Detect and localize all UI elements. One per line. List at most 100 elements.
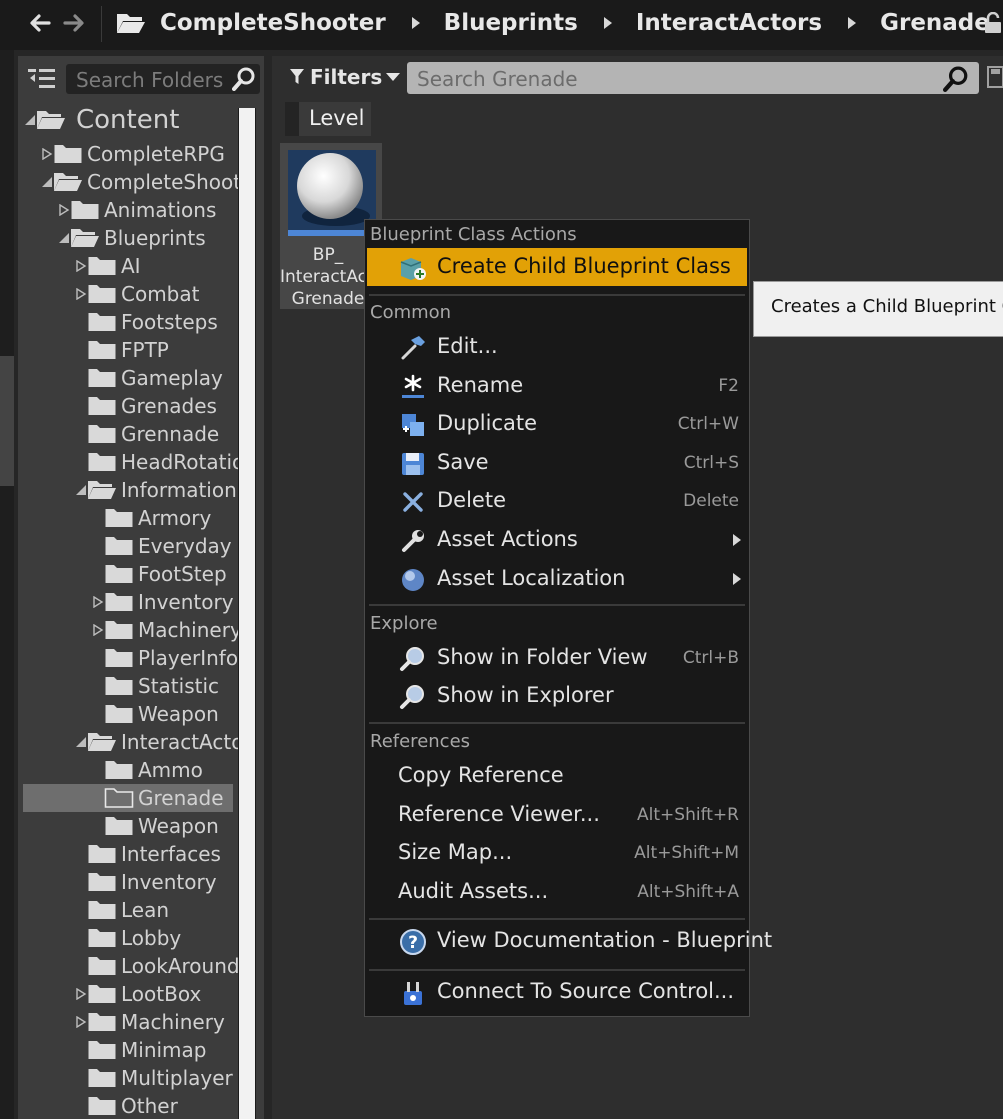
collapsed-arrow-icon[interactable] <box>92 624 104 636</box>
folder-tree-item[interactable]: LootBox <box>18 980 238 1008</box>
collapsed-arrow-icon[interactable] <box>75 988 87 1000</box>
back-button[interactable] <box>26 8 54 38</box>
collapsed-arrow-icon[interactable] <box>58 204 70 216</box>
save-search-icon[interactable] <box>987 66 1003 88</box>
chevron-right-icon[interactable] <box>848 17 857 29</box>
collapsed-arrow-icon[interactable] <box>75 1016 87 1028</box>
folder-icon <box>105 593 133 611</box>
folder-tree-item[interactable]: Combat <box>18 280 238 308</box>
folder-tree-item[interactable]: Weapon <box>18 700 238 728</box>
menu-item-save[interactable]: Save Ctrl+S <box>367 444 747 482</box>
folder-tree-item[interactable]: LookAround <box>18 952 238 980</box>
folder-tree-item[interactable]: Machinery <box>18 616 238 644</box>
folder-icon <box>105 537 133 555</box>
folder-tree-item[interactable]: Information <box>18 476 238 504</box>
folder-tree-item-label: Grenade <box>138 786 224 810</box>
search-folders-input[interactable] <box>74 66 228 94</box>
chevron-right-icon[interactable] <box>603 17 612 29</box>
collapsed-arrow-icon[interactable] <box>41 148 53 160</box>
folder-tree-item[interactable]: Minimap <box>18 1036 238 1064</box>
folder-tree-item[interactable]: Inventory <box>18 868 238 896</box>
folder-tree-item[interactable]: Other <box>18 1092 238 1119</box>
search-icon[interactable] <box>232 67 256 91</box>
level-filter-chip[interactable]: Level <box>285 102 371 136</box>
folder-tree-scrollbar[interactable] <box>238 108 256 1119</box>
folder-tree-item[interactable]: Machinery <box>18 1008 238 1036</box>
breadcrumb-item[interactable]: CompleteShooter <box>160 10 386 36</box>
breadcrumb: CompleteShooter Blueprints InteractActor… <box>116 0 1003 46</box>
forward-button[interactable] <box>60 8 88 38</box>
folder-tree-item[interactable]: FPTP <box>18 336 238 364</box>
menu-item-shortcut: Ctrl+S <box>683 452 739 473</box>
menu-item-show-in-folder-view[interactable]: Show in Folder View Ctrl+B <box>367 639 747 677</box>
folder-tree-item[interactable]: Content <box>18 106 238 135</box>
menu-item-duplicate[interactable]: Duplicate Ctrl+W <box>367 405 747 443</box>
expanded-arrow-icon[interactable] <box>41 176 53 188</box>
menu-item-reference-viewer[interactable]: Reference Viewer... Alt+Shift+R <box>367 796 747 834</box>
folder-tree-item-label: Information <box>121 478 237 502</box>
folder-icon <box>105 509 133 527</box>
folder-tree-item-label: Everyday <box>138 534 232 558</box>
search-folders-field[interactable] <box>66 64 260 94</box>
folder-tree-item[interactable]: Weapon <box>18 812 238 840</box>
folder-tree-item-label: AI <box>121 254 141 278</box>
search-assets-input[interactable] <box>415 65 939 93</box>
folder-tree-item[interactable]: FootStep <box>18 560 238 588</box>
folder-tree-item[interactable]: Statistic <box>18 672 238 700</box>
filters-button[interactable]: Filters <box>290 64 406 90</box>
folder-tree-item[interactable]: CompleteRPG <box>18 140 238 168</box>
collapsed-arrow-icon[interactable] <box>75 288 87 300</box>
search-assets-field[interactable] <box>407 62 979 94</box>
folder-tree-item-label: Armory <box>138 506 212 530</box>
folder-tree-item[interactable]: Grenades <box>18 392 238 420</box>
expanded-arrow-icon[interactable] <box>75 484 87 496</box>
folder-tree-item[interactable]: Armory <box>18 504 238 532</box>
lock-icon[interactable] <box>984 12 1002 34</box>
menu-item-audit-assets[interactable]: Audit Assets... Alt+Shift+A <box>367 873 747 911</box>
menu-item-delete[interactable]: Delete Delete <box>367 482 747 520</box>
chevron-right-icon[interactable] <box>411 17 420 29</box>
breadcrumb-item[interactable]: InteractActors <box>636 10 822 36</box>
folder-tree-item[interactable]: Animations <box>18 196 238 224</box>
connect-source-control-item[interactable]: Connect To Source Control... <box>367 973 747 1011</box>
folder-tree-item[interactable]: Grenade <box>23 784 233 812</box>
folder-tree-item[interactable]: Blueprints <box>18 224 238 252</box>
scrollbar-thumb[interactable] <box>239 108 255 1119</box>
breadcrumb-item[interactable]: Blueprints <box>444 10 578 36</box>
menu-item-size-map[interactable]: Size Map... Alt+Shift+M <box>367 834 747 872</box>
menu-item-rename[interactable]: Rename F2 <box>367 367 747 405</box>
breadcrumb-item[interactable]: Grenade <box>880 10 990 36</box>
folder-tree-item[interactable]: PlayerInfo <box>18 644 238 672</box>
folder-tree-item[interactable]: Inventory <box>18 588 238 616</box>
folder-tree-item[interactable]: Footsteps <box>18 308 238 336</box>
folder-tree-item[interactable]: HeadRotation <box>18 448 238 476</box>
tooltip-text: Creates a Child Blueprint Class <box>771 296 1003 317</box>
folder-tree-item[interactable]: Grennade <box>18 420 238 448</box>
menu-item-label: Audit Assets... <box>398 878 549 903</box>
folder-tree-item[interactable]: InteractActors <box>18 728 238 756</box>
menu-item-asset-localization[interactable]: Asset Localization <box>367 560 747 598</box>
folder-tree-item[interactable]: Multiplayer <box>18 1064 238 1092</box>
expanded-arrow-icon[interactable] <box>24 114 36 126</box>
folder-tree-item[interactable]: Interfaces <box>18 840 238 868</box>
expanded-arrow-icon[interactable] <box>75 736 87 748</box>
folder-tree-item[interactable]: Ammo <box>18 756 238 784</box>
folder-tree-item[interactable]: Everyday <box>18 532 238 560</box>
menu-item-asset-actions[interactable]: Asset Actions <box>367 521 747 559</box>
collapsed-arrow-icon[interactable] <box>75 260 87 272</box>
menu-item-copy-reference[interactable]: Copy Reference <box>367 757 747 795</box>
folder-tree-item[interactable]: Lean <box>18 896 238 924</box>
view-documentation-item[interactable]: ? View Documentation - Blueprint <box>367 922 772 960</box>
folder-tree-item[interactable]: CompleteShooter <box>18 168 238 196</box>
collapsed-arrow-icon[interactable] <box>92 596 104 608</box>
create-child-blueprint-item[interactable]: Create Child Blueprint Class <box>367 248 747 286</box>
menu-item-edit[interactable]: Edit... <box>367 328 747 366</box>
sources-toggle-icon[interactable] <box>28 66 56 92</box>
expanded-arrow-icon[interactable] <box>58 232 70 244</box>
folder-icon <box>104 788 134 808</box>
folder-tree-item[interactable]: Lobby <box>18 924 238 952</box>
folder-tree-item[interactable]: AI <box>18 252 238 280</box>
search-icon[interactable] <box>943 66 969 92</box>
folder-tree-item[interactable]: Gameplay <box>18 364 238 392</box>
menu-item-show-in-explorer[interactable]: Show in Explorer <box>367 677 747 715</box>
